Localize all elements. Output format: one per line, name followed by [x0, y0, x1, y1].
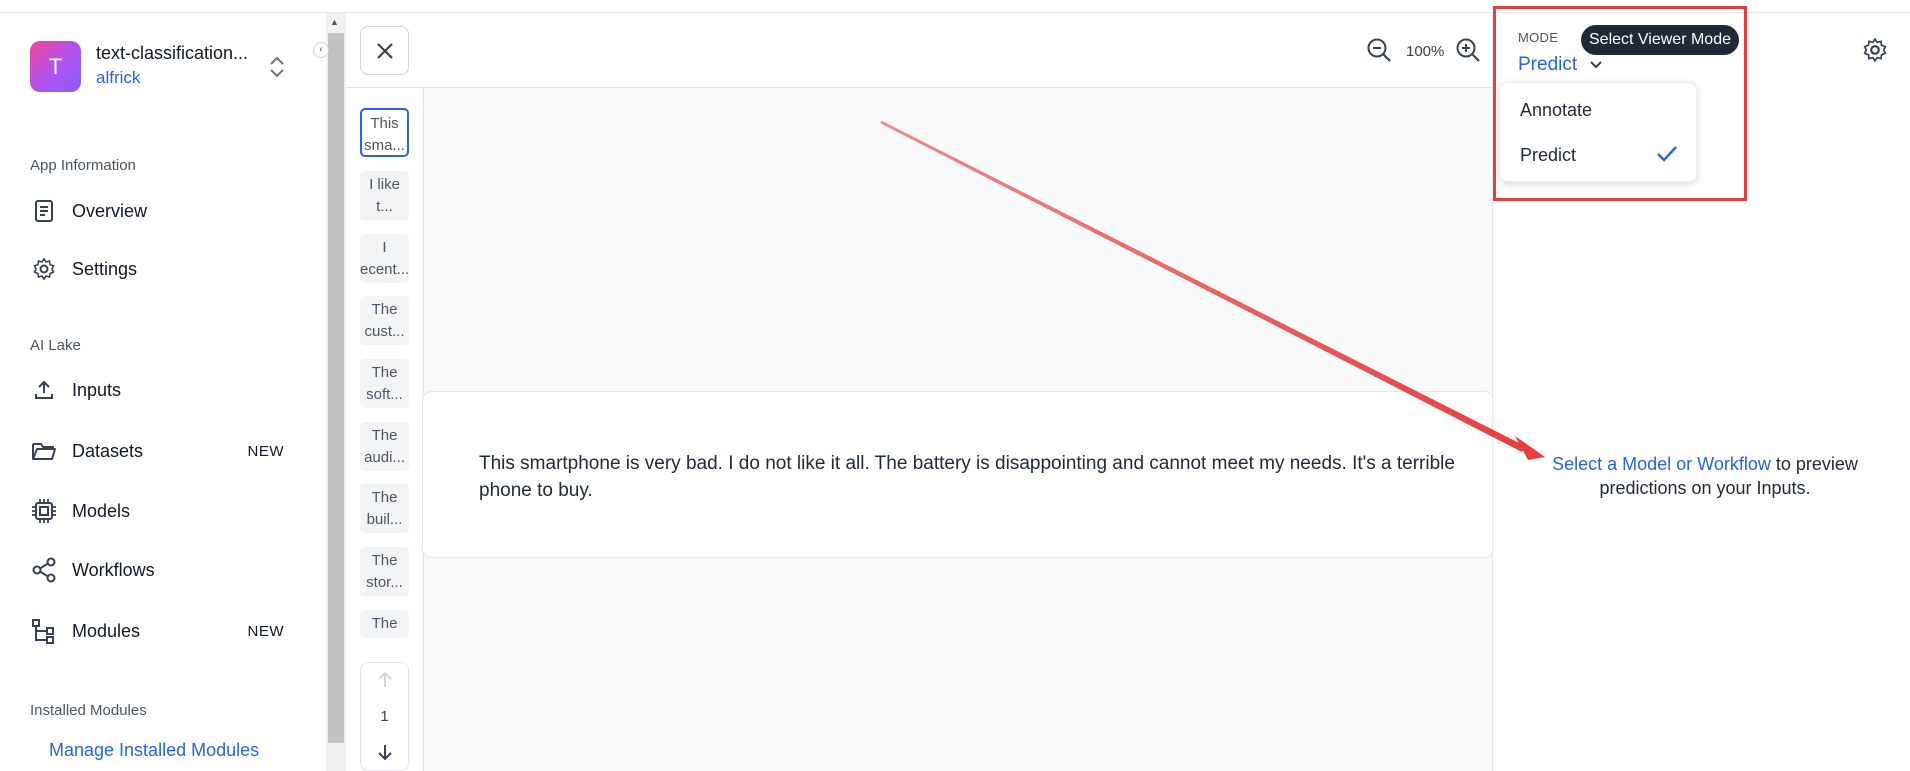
select-model-workflow-link[interactable]: Select a Model or Workflow [1552, 454, 1771, 474]
app-avatar: T [30, 41, 81, 92]
folder-icon [30, 437, 58, 465]
manage-installed-modules-link[interactable]: Manage Installed Modules [49, 740, 259, 761]
sidebar-item-overview[interactable]: Overview [30, 191, 292, 231]
mode-select[interactable]: Predict [1518, 54, 1577, 76]
modules-tree-icon [30, 617, 58, 645]
thumbnail-text: soft... [366, 386, 403, 403]
checkmark-icon [1657, 146, 1677, 162]
app-name: text-classification... [96, 43, 249, 63]
thumbnail-item[interactable]: The [360, 610, 409, 638]
thumbnail-text: This [370, 115, 399, 132]
thumbnail-item[interactable]: The cust... [360, 296, 409, 345]
mode-dropdown-menu: Annotate Predict [1499, 82, 1697, 182]
sidebar-item-label: Models [72, 500, 131, 521]
chevron-down-icon[interactable] [1588, 56, 1604, 72]
sidebar-item-modules[interactable]: Modules NEW [30, 611, 292, 651]
scroll-up-arrow-icon[interactable]: ▲ [330, 17, 339, 27]
menu-item-annotate[interactable]: Annotate [1520, 100, 1592, 121]
thumbnail-text: The [371, 301, 398, 318]
thumbnail-text: I [382, 239, 387, 256]
thumbnail-item[interactable]: The stor... [360, 547, 409, 596]
mode-tooltip: Select Viewer Mode [1581, 25, 1739, 55]
gear-icon[interactable] [1862, 37, 1888, 63]
thumbnail-text: The [371, 427, 398, 444]
zoom-in-icon[interactable] [1455, 37, 1481, 63]
sidebar-item-datasets[interactable]: Datasets NEW [30, 431, 292, 471]
thumbnail-text: The [371, 552, 398, 569]
thumbnail-text: stor... [366, 574, 403, 591]
thumbnail-text: ecent... [360, 261, 409, 278]
thumbnail-text: The [371, 364, 398, 381]
thumbnail-text: I like [369, 176, 400, 193]
sidebar-item-label: Modules [72, 620, 141, 641]
sidebar-item-label: Datasets [72, 440, 144, 461]
section-installed-modules: Installed Modules [30, 702, 147, 719]
document-icon [30, 197, 58, 225]
sidebar-item-label: Inputs [72, 379, 122, 400]
new-badge: NEW [247, 442, 284, 460]
text-input-card: This smartphone is very bad. I do not li… [422, 391, 1494, 558]
chevron-up-down-icon[interactable] [268, 54, 286, 80]
zoom-out-icon[interactable] [1366, 37, 1392, 63]
sidebar-item-label: Settings [72, 258, 138, 279]
thumbnail-text: cust... [364, 323, 405, 340]
sidebar-item-label: Workflows [72, 559, 155, 580]
zoom-level: 100% [1406, 43, 1445, 60]
thumbnail-text: buil... [366, 511, 403, 528]
thumbnail-text: The [371, 489, 398, 506]
sidebar-item-inputs[interactable]: Inputs [30, 370, 292, 410]
scrollbar-thumb[interactable] [328, 33, 344, 743]
section-ai-lake: AI Lake [30, 337, 81, 354]
upload-icon [30, 376, 58, 404]
sidebar-item-label: Overview [72, 200, 148, 221]
new-badge: NEW [247, 622, 284, 640]
mode-label: MODE [1518, 30, 1559, 45]
section-app-information: App Information [30, 157, 136, 174]
viewer-toolbar [346, 13, 1492, 88]
sidebar-item-models[interactable]: Models [30, 491, 292, 531]
menu-item-predict[interactable]: Predict [1520, 145, 1576, 166]
thumbnail-item[interactable]: I ecent... [360, 234, 409, 283]
thumbnail-item[interactable]: The buil... [360, 484, 409, 533]
sidebar-item-settings[interactable]: Settings [30, 249, 292, 289]
app-owner-link[interactable]: alfrick [96, 68, 140, 88]
prediction-hint: Select a Model or Workflow to preview pr… [1530, 452, 1880, 500]
sidebar-item-workflows[interactable]: Workflows [30, 550, 292, 590]
arrow-down-icon[interactable] [376, 743, 394, 761]
thumbnail-item[interactable]: The audi... [360, 422, 409, 471]
chip-icon [30, 497, 58, 525]
thumbnail-text: The [371, 615, 398, 632]
app-header[interactable]: T text-classification... alfrick [30, 41, 300, 93]
pager: 1 [360, 662, 409, 771]
thumbnail-text: audi... [364, 449, 405, 466]
page-number: 1 [380, 708, 389, 725]
close-icon [376, 42, 393, 59]
thumbnail-text: t... [376, 198, 393, 215]
input-text: This smartphone is very bad. I do not li… [479, 453, 1455, 501]
thumbnail-text: sma... [364, 137, 405, 154]
gear-icon [30, 255, 58, 283]
thumbnail-item[interactable]: The soft... [360, 359, 409, 408]
thumbnail-item[interactable]: This sma... [360, 108, 409, 157]
thumbnail-item[interactable]: I like t... [360, 171, 409, 220]
share-nodes-icon [30, 556, 58, 584]
arrow-up-icon[interactable] [376, 671, 394, 689]
collapse-sidebar-button[interactable]: ‹ [313, 42, 329, 58]
close-button[interactable] [360, 26, 409, 75]
